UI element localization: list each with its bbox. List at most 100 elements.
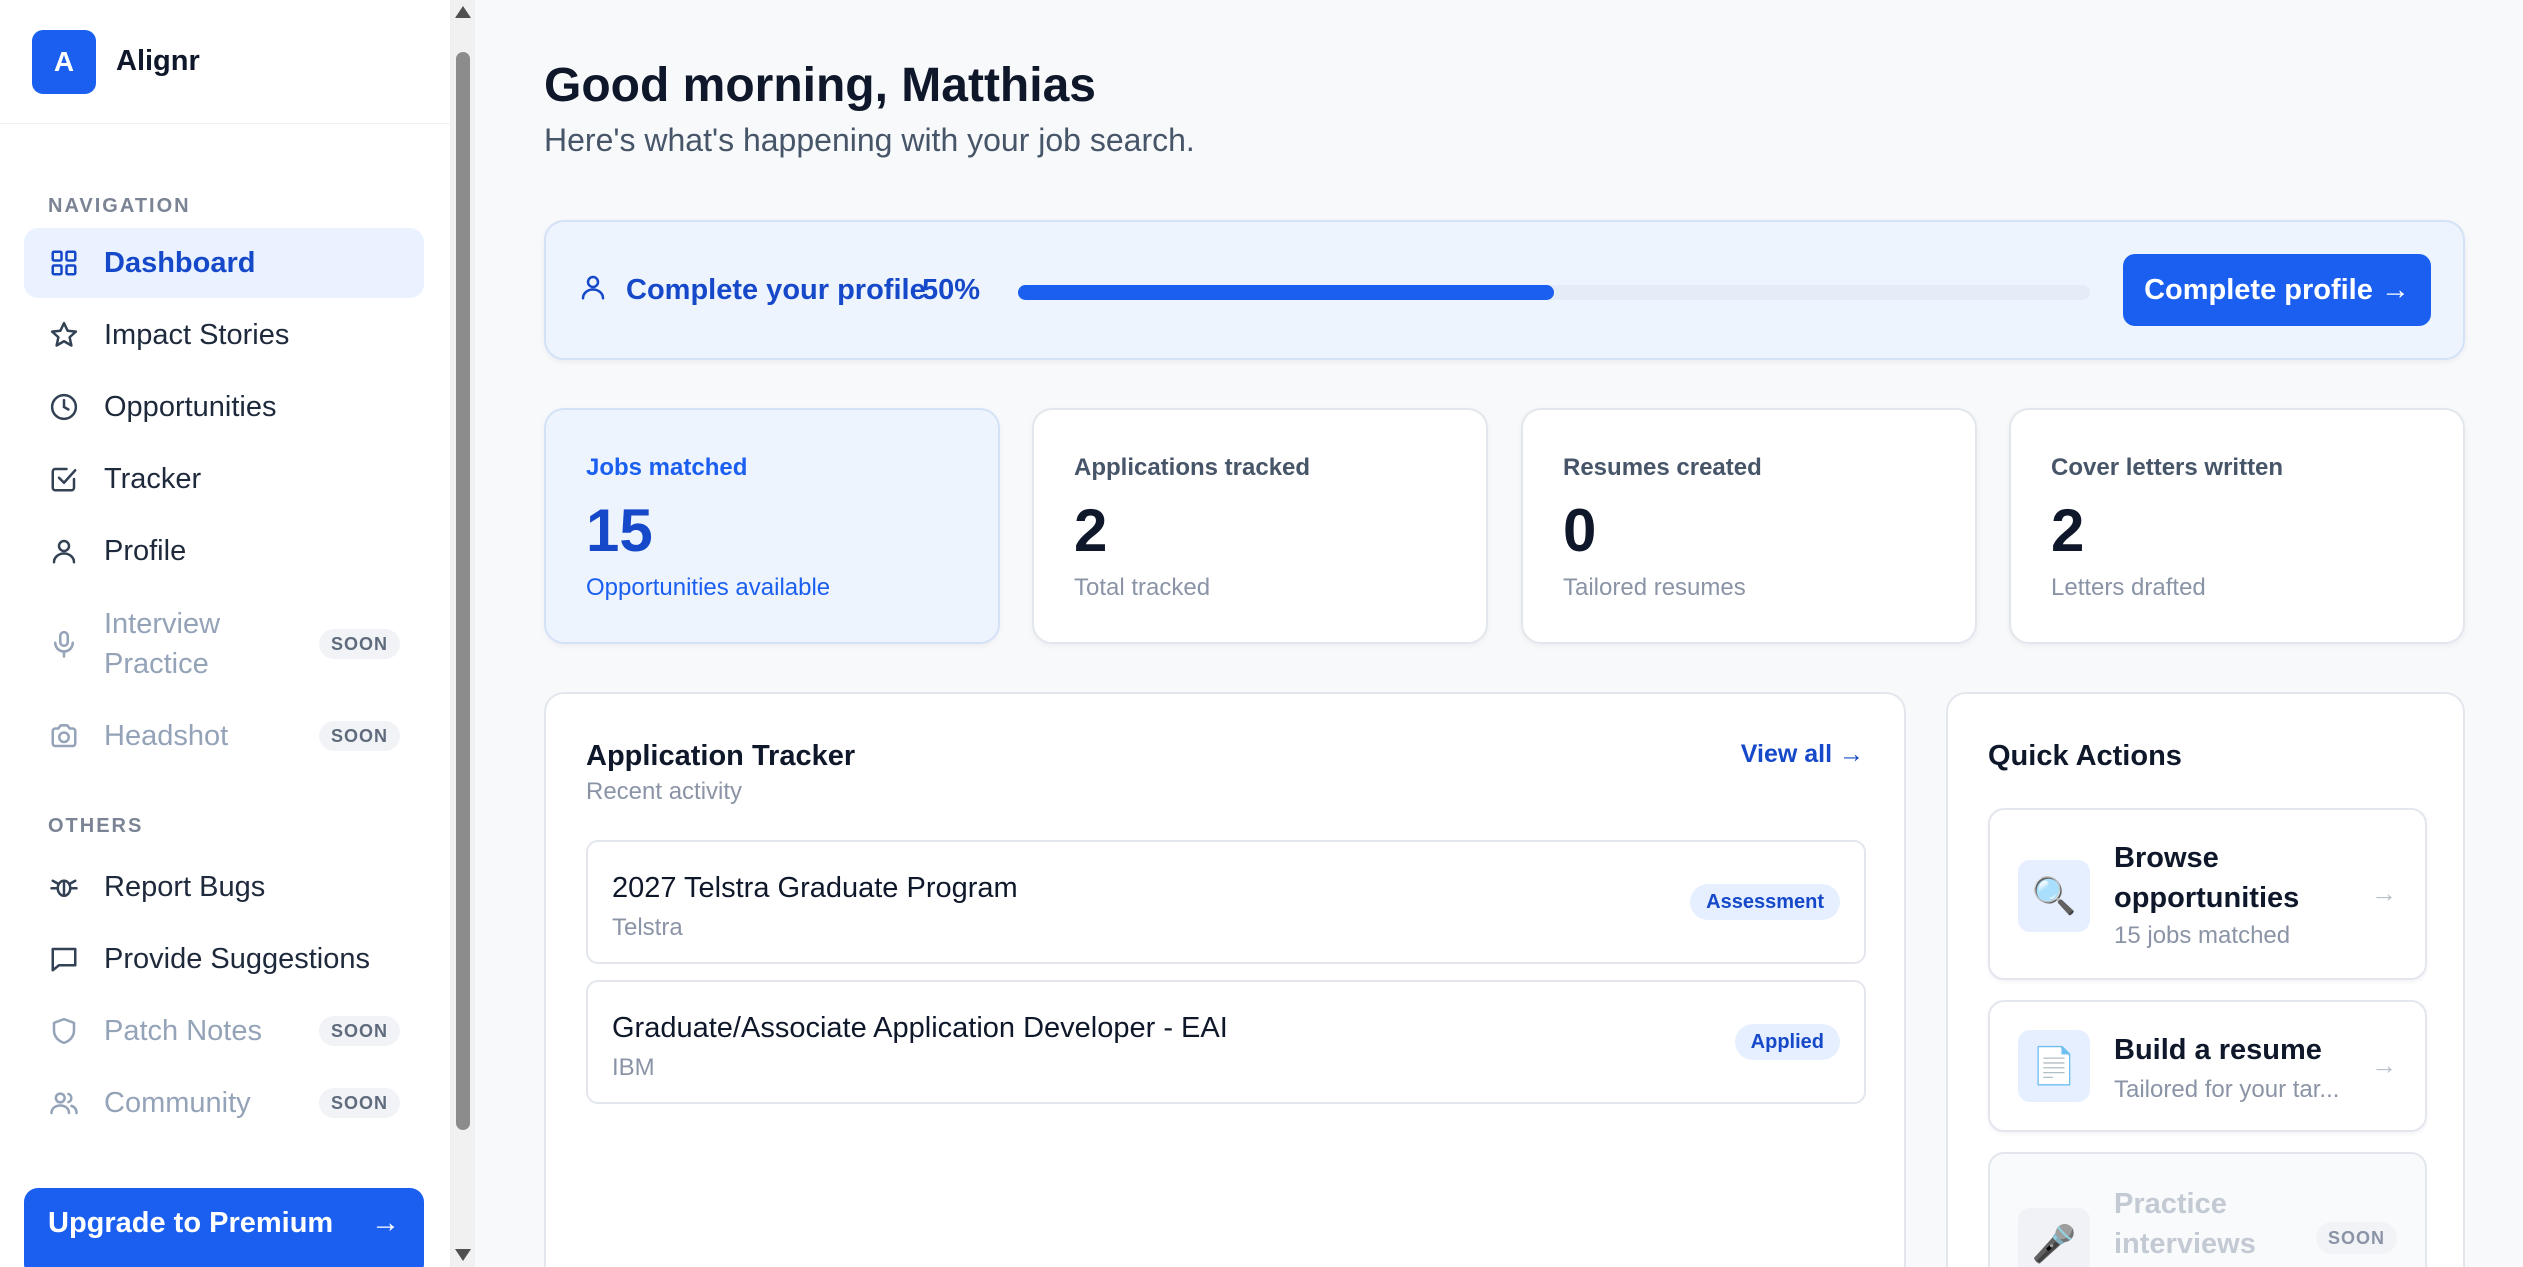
stat-label: Resumes created [1563,454,1762,481]
bug-icon [48,871,80,903]
main-content: Good morning, Matthias Here's what's hap… [476,0,2523,1267]
quick-action-build-resume[interactable]: 📄 Build a resume Tailored for your tar..… [1988,1000,2427,1132]
soon-badge: SOON [318,629,400,659]
application-company: IBM [612,1054,655,1081]
clock-icon [48,391,80,423]
application-title: Graduate/Associate Application Developer… [612,1012,1228,1044]
stat-value: 2 [1074,497,1108,564]
profile-progress-bar [1018,285,2090,300]
application-row[interactable]: Graduate/Associate Application Developer… [586,980,1866,1104]
sidebar: A Alignr NAVIGATION Dashboard Impact Sto… [0,0,451,1267]
stat-card-applications-tracked[interactable]: Applications tracked 2 Total tracked [1032,408,1488,644]
stat-card-resumes-created[interactable]: Resumes created 0 Tailored resumes [1521,408,1977,644]
page-title: Good morning, Matthias [544,59,1096,112]
star-icon [48,319,80,351]
tracker-title: Application Tracker [586,740,856,772]
quick-action-label: Build a resume [2114,1034,2322,1066]
sidebar-item-provide-suggestions[interactable]: Provide Suggestions [24,924,424,994]
profile-completion-card: Complete your profile 50% Complete profi… [544,220,2465,360]
document-icon: 📄 [2018,1030,2090,1102]
app-name: Alignr [116,45,200,77]
application-row[interactable]: 2027 Telstra Graduate Program Telstra As… [586,840,1866,964]
stat-sub: Tailored resumes [1563,574,1746,601]
quick-actions-title: Quick Actions [1988,740,2182,772]
profile-completion-percent: 50% [922,274,981,306]
stat-sub: Total tracked [1074,574,1211,601]
stat-card-jobs-matched[interactable]: Jobs matched 15 Opportunities available [544,408,1000,644]
sidebar-item-label: Report Bugs [104,870,266,903]
stat-value: 0 [1563,497,1597,564]
sidebar-item-label: Impact Stories [104,318,290,351]
shield-icon [48,1015,80,1047]
stat-label: Cover letters written [2051,454,2284,481]
quick-action-sub: 15 jobs matched [2114,922,2291,949]
users-icon [48,1087,80,1119]
stat-sub: Letters drafted [2051,574,2206,601]
sidebar-item-interview-practice[interactable]: Interview Practice SOON [24,603,424,685]
sidebar-item-headshot[interactable]: Headshot SOON [24,701,424,771]
sidebar-item-dashboard[interactable]: Dashboard [24,228,424,298]
stat-value: 2 [2051,497,2085,564]
tracker-subtitle: Recent activity [586,778,743,805]
sidebar-item-label: Provide Suggestions [104,942,370,975]
checkbox-icon [48,463,80,495]
arrow-right-icon: → [2371,1050,2397,1080]
quick-action-browse-opportunities[interactable]: 🔍 Browse opportunities 15 jobs matched → [1988,808,2427,980]
stat-label: Applications tracked [1074,454,1311,481]
stat-sub: Opportunities available [586,574,831,601]
application-company: Telstra [612,914,683,941]
sidebar-item-label: Tracker [104,462,202,495]
sidebar-item-profile[interactable]: Profile [24,516,424,586]
scrollbar-thumb[interactable] [456,52,470,1130]
upgrade-label: Upgrade to Premium [48,1206,334,1239]
sidebar-item-community[interactable]: Community SOON [24,1068,424,1138]
soon-badge: SOON [318,1088,400,1118]
stat-card-cover-letters[interactable]: Cover letters written 2 Letters drafted [2009,408,2465,644]
chat-icon [48,943,80,975]
quick-action-practice-interviews[interactable]: 🎤 Practice interviews SOON [1988,1152,2427,1267]
others-section-title: OTHERS [48,815,144,837]
quick-action-label: Practice interviews [2114,1188,2256,1260]
arrow-right-icon: → [2371,878,2397,908]
soon-badge: SOON [318,1016,400,1046]
sidebar-item-opportunities[interactable]: Opportunities [24,372,424,442]
application-title: 2027 Telstra Graduate Program [612,872,1018,904]
stat-label: Jobs matched [586,454,748,481]
quick-action-label: Browse opportunities [2114,842,2300,914]
microphone-icon: 🎤 [2018,1208,2090,1267]
soon-badge: SOON [318,721,400,751]
sidebar-item-report-bugs[interactable]: Report Bugs [24,852,424,922]
sidebar-item-label: Patch Notes [104,1014,262,1047]
upgrade-button[interactable]: Upgrade to Premium → [24,1188,424,1267]
sidebar-item-label: Headshot [104,719,229,752]
user-icon [48,535,80,567]
scroll-up-arrow-icon[interactable] [455,6,471,18]
sidebar-item-patch-notes[interactable]: Patch Notes SOON [24,996,424,1066]
application-tracker-card: Application Tracker Recent activity View… [544,692,1906,1267]
magnifier-icon: 🔍 [2018,860,2090,932]
grid-icon [48,247,80,279]
quick-actions-card: Quick Actions 🔍 Browse opportunities 15 … [1946,692,2465,1267]
app-logo: A [32,29,96,94]
sidebar-scrollbar[interactable] [451,0,475,1267]
sidebar-item-impact-stories[interactable]: Impact Stories [24,300,424,370]
user-icon [578,272,610,308]
microphone-icon [48,628,80,660]
status-badge: Assessment [1690,884,1840,920]
sidebar-item-label: Opportunities [104,390,277,423]
sidebar-item-label: Interview Practice [104,608,221,680]
view-all-link[interactable]: View all → [1741,740,1864,769]
scroll-down-arrow-icon[interactable] [455,1249,471,1261]
sidebar-item-label: Profile [104,534,187,567]
arrow-right-icon: → [371,1206,400,1239]
soon-badge: SOON [2315,1222,2397,1254]
profile-progress-fill [1018,285,1554,300]
brand[interactable]: A Alignr [0,0,450,124]
status-badge: Applied [1734,1024,1840,1060]
complete-profile-button[interactable]: Complete profile → [2123,254,2431,326]
profile-completion-label: Complete your profile [626,274,926,306]
sidebar-item-tracker[interactable]: Tracker [24,444,424,514]
camera-icon [48,720,80,752]
page-subtitle: Here's what's happening with your job se… [544,122,1195,158]
quick-action-sub: Tailored for your tar... [2114,1076,2340,1103]
